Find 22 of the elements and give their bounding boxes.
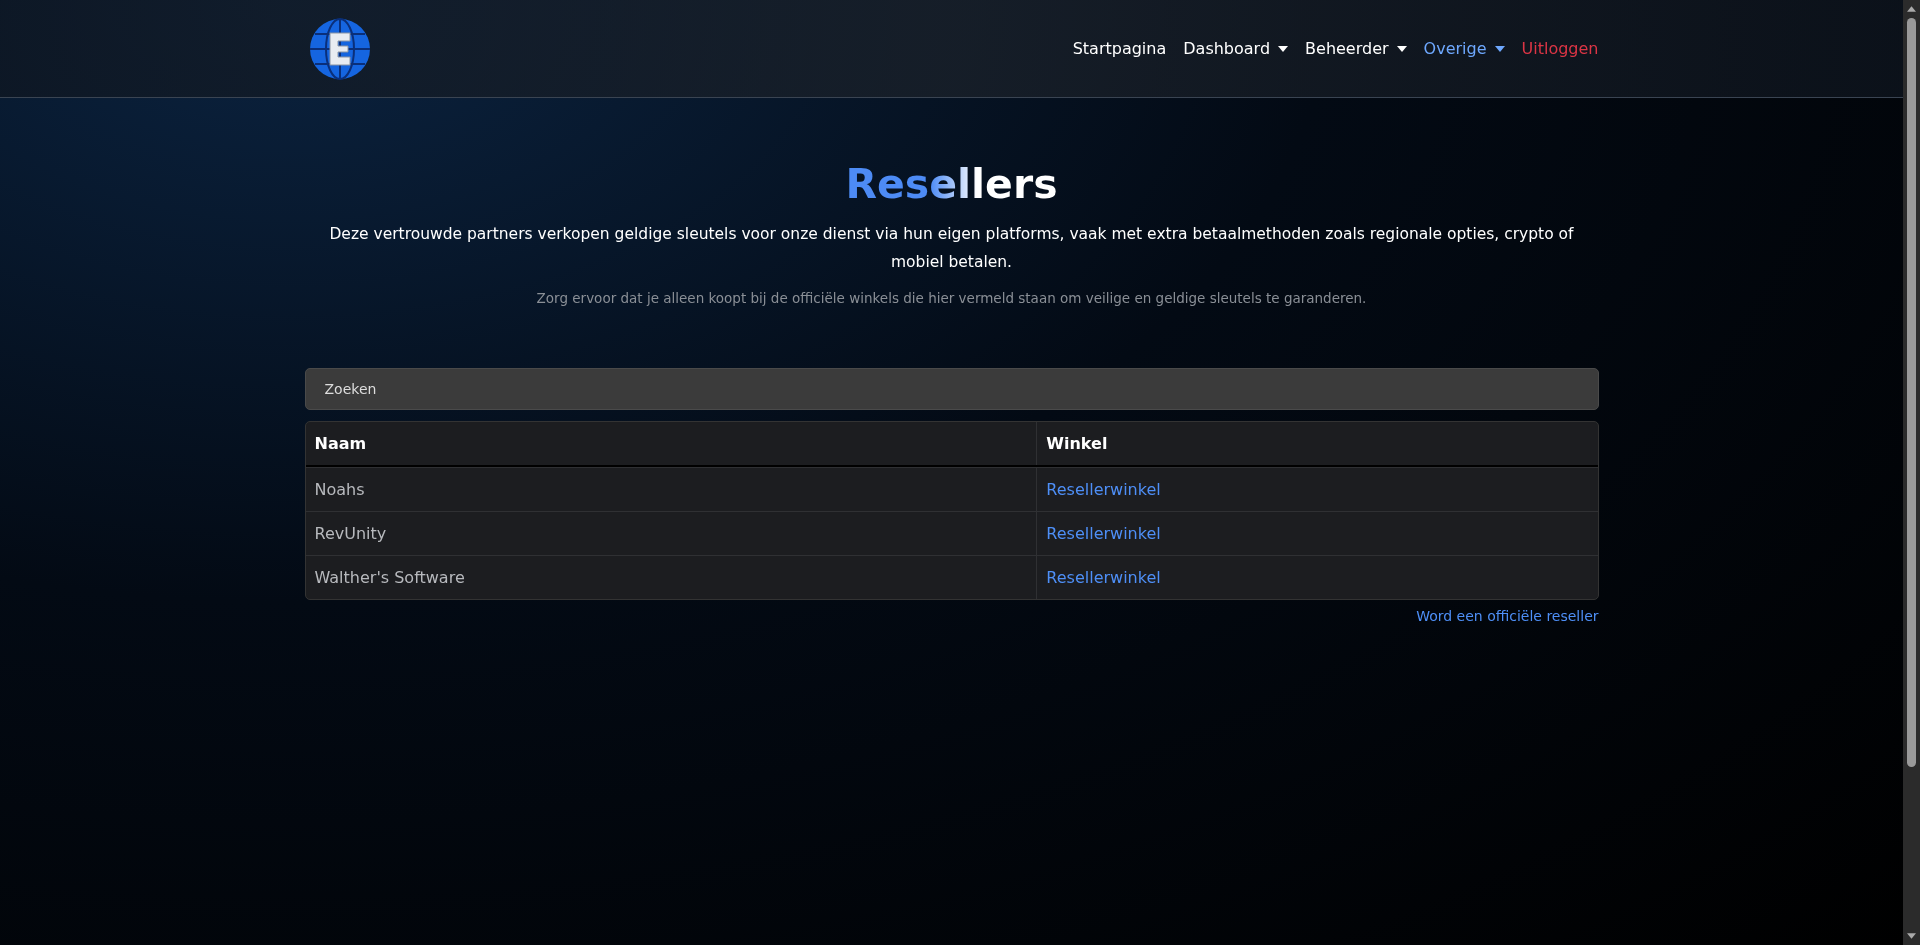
intro-text: Deze vertrouwde partners verkopen geldige sleutels voor onze dienst via hun eigen platforms, vaak met extra betaalmethoden zoals regionale opties, crypto of mobiel betalen. <box>328 224 1575 273</box>
scrollbar-thumb[interactable] <box>1907 18 1916 767</box>
scroll-up-icon[interactable] <box>1907 6 1916 12</box>
table-cell-text: Walther's Software <box>313 567 466 589</box>
scroll-down-icon[interactable] <box>1907 933 1916 939</box>
become-reseller-link[interactable]: Word een officiële reseller <box>1416 608 1599 624</box>
shop-link[interactable]: Resellerwinkel <box>1046 480 1161 499</box>
table-cell-text: RevUnity <box>313 523 388 545</box>
scrollbar[interactable] <box>1903 0 1920 945</box>
column-header: Winkel <box>1036 422 1598 465</box>
globe-logo-icon[interactable] <box>307 16 372 81</box>
search-field[interactable]: Zoeken <box>304 368 1599 410</box>
shop-link[interactable]: Resellerwinkel <box>1046 568 1161 587</box>
column-header: Naam <box>313 433 368 455</box>
nav-link[interactable]: Dashboard <box>1183 39 1289 58</box>
nav-link[interactable]: Startpagina <box>1072 39 1167 58</box>
nav-link[interactable]: Overige <box>1423 39 1505 58</box>
nav-link[interactable]: Uitloggen <box>1521 39 1599 58</box>
nav-link[interactable]: Beheerder <box>1305 39 1407 58</box>
table-cell-text: Noahs <box>313 479 366 501</box>
shop-link[interactable]: Resellerwinkel <box>1046 524 1161 543</box>
note-text: Zorg ervoor dat je alleen koopt bij de officiële winkels die hier vermeld staan om veilige en geldige sleutels te garanderen. <box>535 290 1368 306</box>
